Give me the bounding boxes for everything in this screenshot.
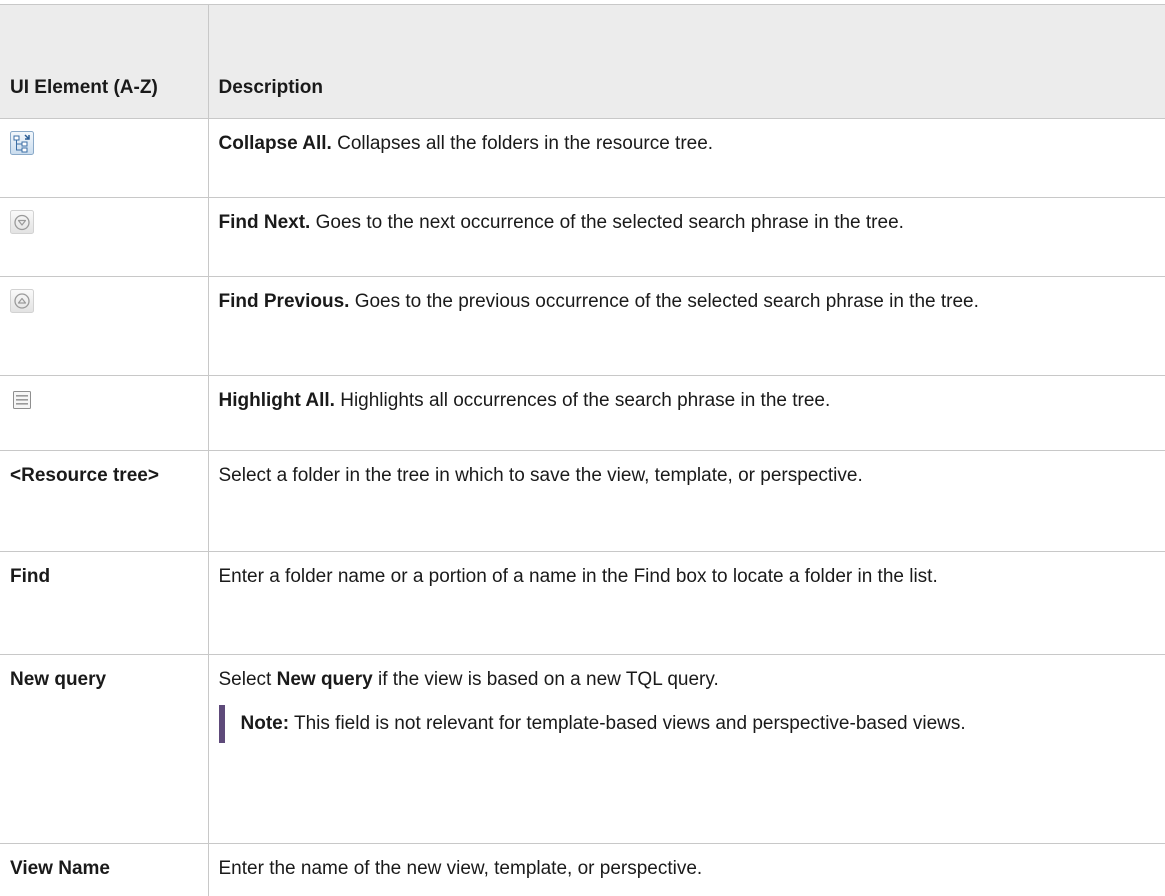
description-cell: Enter the name of the new view, template…: [208, 844, 1165, 896]
table-row: Find Next. Goes to the next occurrence o…: [0, 198, 1165, 277]
element-cell: New query: [0, 655, 208, 844]
table-header-row: UI Element (A-Z) Description: [0, 5, 1165, 119]
description-text: Goes to the next occurrence of the selec…: [310, 212, 904, 233]
note-block: Note: This field is not relevant for tem…: [219, 705, 1156, 743]
description-cell: Find Previous. Goes to the previous occu…: [208, 277, 1165, 376]
element-cell: Find: [0, 552, 208, 655]
find-next-icon: [10, 210, 34, 234]
term-label: Collapse All.: [219, 133, 332, 154]
description-text: Highlights all occurrences of the search…: [335, 390, 830, 411]
element-cell: [0, 277, 208, 376]
ui-elements-table: UI Element (A-Z) Description: [0, 4, 1165, 896]
table-row: Find Previous. Goes to the previous occu…: [0, 277, 1165, 376]
table-row: View Name Enter the name of the new view…: [0, 844, 1165, 896]
find-previous-icon: [10, 289, 34, 313]
description-cell: Find Next. Goes to the next occurrence o…: [208, 198, 1165, 277]
description-prefix: Select: [219, 669, 277, 690]
header-description: Description: [208, 5, 1165, 119]
header-ui-element: UI Element (A-Z): [0, 5, 208, 119]
element-cell: [0, 119, 208, 198]
highlight-all-icon: [10, 388, 34, 412]
note-text: This field is not relevant for template-…: [289, 713, 966, 734]
description-cell: Select New query if the view is based on…: [208, 655, 1165, 844]
element-cell: [0, 376, 208, 451]
term-label: Highlight All.: [219, 390, 335, 411]
element-cell: <Resource tree>: [0, 451, 208, 552]
table-row: Find Enter a folder name or a portion of…: [0, 552, 1165, 655]
description-suffix: if the view is based on a new TQL query.: [373, 669, 719, 690]
table-row: <Resource tree> Select a folder in the t…: [0, 451, 1165, 552]
description-cell: Highlight All. Highlights all occurrence…: [208, 376, 1165, 451]
description-text: Select New query if the view is based on…: [219, 667, 1156, 693]
note-label: Note:: [241, 713, 290, 734]
term-label: Find Previous.: [219, 291, 350, 312]
term-label: New query: [277, 669, 373, 690]
table-row: Highlight All. Highlights all occurrence…: [0, 376, 1165, 451]
description-text: Collapses all the folders in the resourc…: [332, 133, 713, 154]
collapse-all-icon: [10, 131, 34, 155]
table-row: Collapse All. Collapses all the folders …: [0, 119, 1165, 198]
description-cell: Select a folder in the tree in which to …: [208, 451, 1165, 552]
description-cell: Collapse All. Collapses all the folders …: [208, 119, 1165, 198]
table-row: New query Select New query if the view i…: [0, 655, 1165, 844]
element-cell: [0, 198, 208, 277]
term-label: Find Next.: [219, 212, 311, 233]
description-text: Goes to the previous occurrence of the s…: [349, 291, 978, 312]
element-cell: View Name: [0, 844, 208, 896]
description-cell: Enter a folder name or a portion of a na…: [208, 552, 1165, 655]
